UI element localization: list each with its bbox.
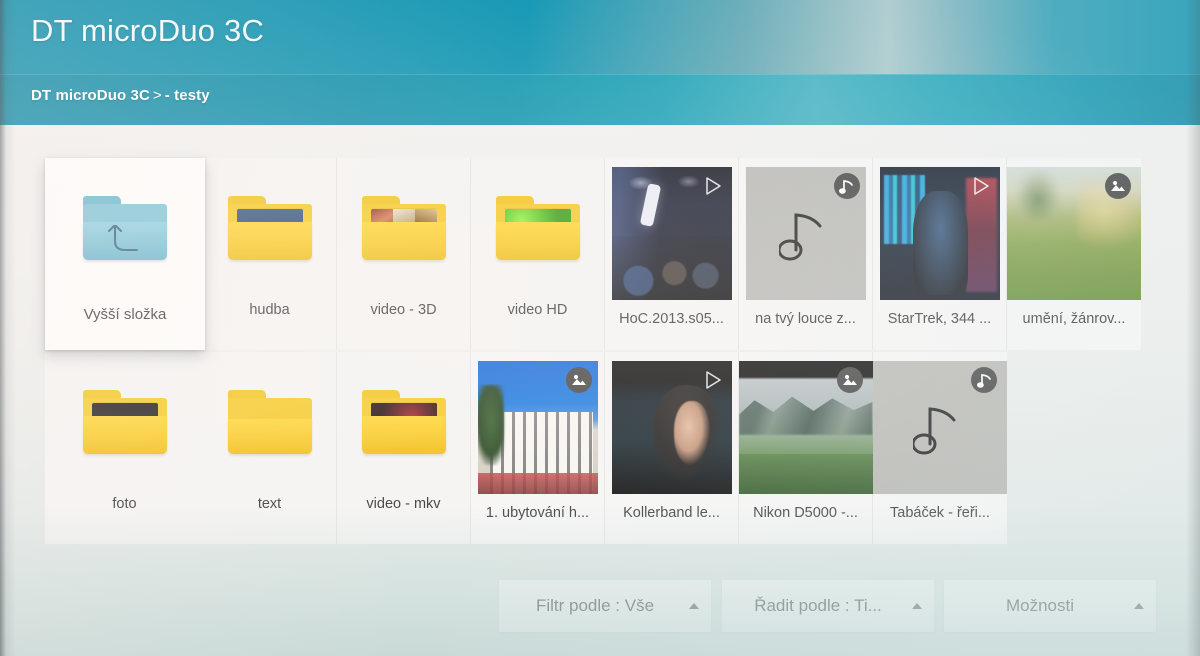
options-button[interactable]: Možnosti	[944, 580, 1156, 632]
grid-item-label: Nikon D5000 -...	[739, 506, 873, 521]
grid-item-label: na tvý louce z...	[739, 312, 873, 327]
up-arrow-glyph	[101, 225, 149, 255]
thumbnail	[612, 361, 732, 494]
grid-item-media-tabacek[interactable]: Tabáček - řeři...	[873, 352, 1007, 544]
photo-icon	[837, 367, 863, 393]
folder-video-3d-icon	[337, 158, 471, 298]
grid-item-label: foto	[45, 497, 205, 512]
filter-by-button[interactable]: Filtr podle : Vše	[499, 580, 711, 632]
breadcrumb-separator-icon: >	[150, 87, 165, 104]
folder-photo-icon	[45, 352, 205, 492]
play-icon	[702, 369, 724, 391]
grid-item-media-startrek[interactable]: StarTrek, 344 ...	[873, 158, 1007, 350]
sort-by-button[interactable]: Řadit podle : Ti...	[722, 580, 934, 632]
breadcrumb: DT microDuo 3C>- testy	[31, 87, 210, 104]
thumbnail	[746, 167, 866, 300]
play-icon	[970, 175, 992, 197]
grid-item-media-ubytovani[interactable]: 1. ubytování h...	[471, 352, 605, 544]
grid-item-label: video - 3D	[337, 303, 471, 318]
thumbnail	[1007, 167, 1141, 300]
grid-item-media-umeni[interactable]: umění, žánrov...	[1007, 158, 1141, 350]
photo-badge	[837, 367, 863, 393]
thumbnail	[880, 167, 1000, 300]
music-badge	[971, 367, 997, 393]
folder-video-hd-icon	[471, 158, 605, 298]
grid-item-folder-video-hd[interactable]: video HD	[471, 158, 605, 350]
grid-item-label: text	[203, 497, 337, 512]
folder-plain-icon	[203, 352, 337, 492]
grid-item-folder-video-3d[interactable]: video - 3D	[337, 158, 471, 350]
thumbnail	[873, 361, 1007, 494]
grid-item-folder-foto[interactable]: foto	[45, 352, 205, 544]
thumbnail	[478, 361, 598, 494]
play-icon	[702, 175, 724, 197]
grid-item-label: umění, žánrov...	[1007, 312, 1141, 327]
grid-item-media-na-tvy-louce[interactable]: na tvý louce z...	[739, 158, 873, 350]
photo-icon	[566, 367, 592, 393]
page-header: DT microDuo 3C DT microDuo 3C>- testy	[0, 0, 1200, 125]
grid-item-folder-video-mkv[interactable]: video - mkv	[337, 352, 471, 544]
page-title: DT microDuo 3C	[31, 13, 264, 49]
grid-row: foto text	[45, 352, 1159, 546]
photo-icon	[1105, 173, 1131, 199]
grid-item-folder-text[interactable]: text	[203, 352, 337, 544]
thumbnail	[612, 167, 732, 300]
grid-item-media-kollerband[interactable]: Kollerband le...	[605, 352, 739, 544]
caret-up-icon[interactable]	[1122, 603, 1156, 609]
grid-row: Vyšší složka hudba	[45, 158, 1159, 352]
grid-item-label: Vyšší složka	[45, 307, 205, 322]
grid-item-label: hudba	[203, 303, 337, 318]
breadcrumb-root[interactable]: DT microDuo 3C	[31, 87, 150, 104]
thumbnail	[739, 361, 873, 494]
grid-item-label: video - mkv	[337, 497, 471, 512]
grid-item-label: 1. ubytování h...	[471, 506, 605, 521]
grid-item-media-nikon[interactable]: Nikon D5000 -...	[739, 352, 873, 544]
folder-up-icon	[45, 158, 205, 298]
file-grid: Vyšší složka hudba	[45, 158, 1159, 546]
filter-by-label: Filtr podle : Vše	[499, 596, 677, 616]
grid-item-label: Tabáček - řeři...	[873, 506, 1007, 521]
grid-item-label: HoC.2013.s05...	[605, 312, 739, 327]
breadcrumb-current: - testy	[165, 87, 210, 104]
options-label: Možnosti	[944, 596, 1122, 616]
grid-item-folder-hudba[interactable]: hudba	[203, 158, 337, 350]
music-badge	[834, 173, 860, 199]
grid-item-media-hoc[interactable]: HoC.2013.s05...	[605, 158, 739, 350]
grid-item-label: Kollerband le...	[605, 506, 739, 521]
photo-badge	[566, 367, 592, 393]
tv-media-browser-screen: DT microDuo 3C DT microDuo 3C>- testy V	[0, 0, 1200, 656]
folder-music-icon	[203, 158, 337, 298]
grid-item-parent-folder[interactable]: Vyšší složka	[45, 158, 205, 350]
grid-item-label: video HD	[471, 303, 605, 318]
bottom-toolbar: Filtr podle : Vše Řadit podle : Ti... Mo…	[0, 580, 1200, 656]
caret-up-icon[interactable]	[677, 603, 711, 609]
caret-up-icon[interactable]	[900, 603, 934, 609]
folder-video-mkv-icon	[337, 352, 471, 492]
grid-item-label: StarTrek, 344 ...	[873, 312, 1007, 327]
photo-badge	[1105, 173, 1131, 199]
music-note-icon	[971, 367, 997, 393]
music-note-icon	[834, 173, 860, 199]
sort-by-label: Řadit podle : Ti...	[722, 596, 900, 616]
